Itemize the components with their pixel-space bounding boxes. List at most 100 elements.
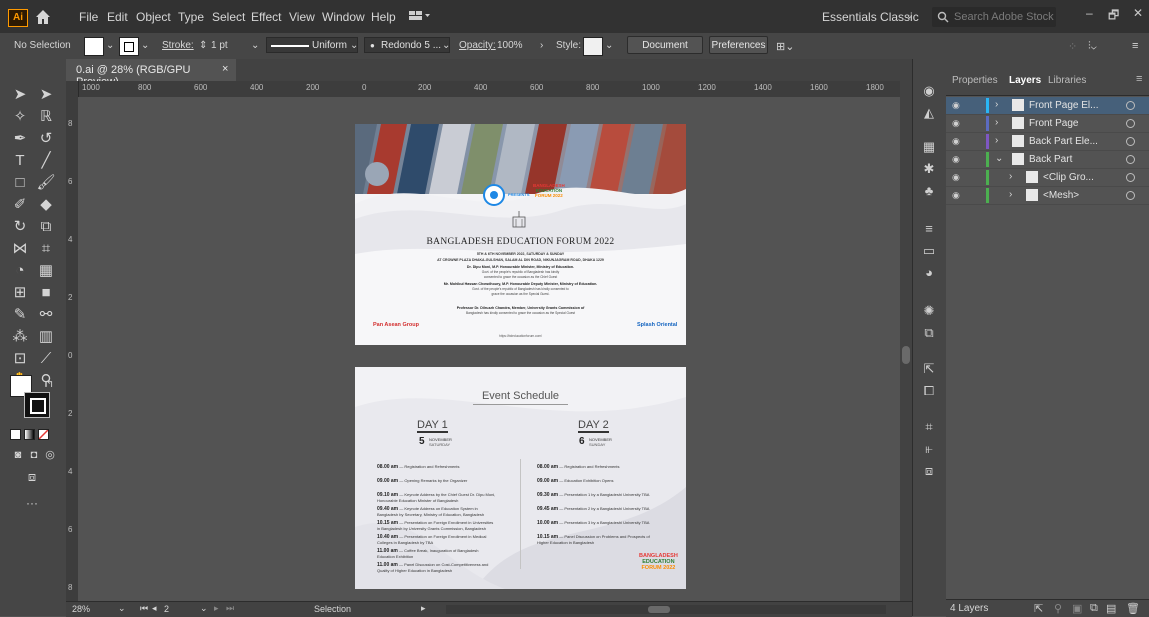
next-artboard-icon[interactable]: ▸ <box>214 603 219 614</box>
chevron-down-icon[interactable]: ⌄ <box>605 40 613 51</box>
preferences-button[interactable]: Preferences <box>709 36 768 54</box>
horizontal-ruler[interactable]: 1000 800 600 400 200 0 200 400 600 800 1000 1200 140… <box>78 81 900 98</box>
gradient-mode-icon[interactable] <box>24 429 35 440</box>
chevron-down-icon[interactable]: ⌄ <box>906 10 914 21</box>
menu-file[interactable]: File <box>79 10 98 24</box>
color-mode-icon[interactable] <box>10 429 21 440</box>
transform-panel-icon[interactable]: ⌗ <box>921 419 937 435</box>
new-sublayer-icon[interactable]: ⧉ <box>1090 602 1098 615</box>
tab-properties[interactable]: Properties <box>952 75 998 86</box>
document-setup-button[interactable]: Document Setup <box>627 36 703 69</box>
vertical-scroll-thumb[interactable] <box>902 346 910 364</box>
chevron-right-icon[interactable]: › <box>1009 189 1012 200</box>
new-layer-icon[interactable]: ▤ <box>1106 602 1116 615</box>
menu-type[interactable]: Type <box>178 10 204 24</box>
restore-button[interactable]: 🗗 <box>1108 6 1119 27</box>
paintbrush-icon[interactable]: 🖌 <box>34 173 58 193</box>
layer-name[interactable]: <Mesh> <box>1043 190 1079 201</box>
panel-menu-icon[interactable]: ≡ <box>1136 73 1142 85</box>
eraser-icon[interactable]: ◆ <box>34 195 58 215</box>
layer-row[interactable]: ◉ › Back Part Ele... <box>946 133 1149 151</box>
document-tab[interactable]: 0.ai @ 28% (RGB/GPU Preview) × <box>66 59 236 88</box>
magic-wand-icon[interactable]: ✧ <box>8 107 32 127</box>
swap-fill-stroke-icon[interactable]: ↰ <box>38 375 62 395</box>
chevron-down-icon[interactable]: ⌄ <box>118 603 126 614</box>
horizontal-scroll-thumb[interactable] <box>648 606 670 613</box>
status-arrow-icon[interactable]: ▸ <box>421 603 426 614</box>
tab-libraries[interactable]: Libraries <box>1048 75 1086 86</box>
visibility-eye-icon[interactable]: ◉ <box>952 172 960 183</box>
layer-name[interactable]: <Clip Gro... <box>1043 172 1094 183</box>
artboards-panel-icon[interactable]: ⧠ <box>921 383 937 399</box>
direct-selection-tool-icon[interactable]: ➤ <box>8 85 32 105</box>
zoom-level[interactable]: 28% <box>72 604 90 614</box>
graphic-styles-icon[interactable]: ✺ <box>921 303 937 319</box>
rectangle-tool-icon[interactable]: □ <box>8 173 32 193</box>
free-transform-icon[interactable]: ⌗ <box>34 239 58 259</box>
color-guide-icon[interactable]: ◉ <box>921 83 937 99</box>
home-icon[interactable] <box>34 8 52 26</box>
target-circle-icon[interactable] <box>1126 137 1135 146</box>
close-button[interactable]: ✕ <box>1133 6 1143 20</box>
menu-object[interactable]: Object <box>136 10 171 24</box>
chevron-down-icon[interactable]: ⌄ <box>141 40 149 51</box>
target-circle-icon[interactable] <box>1126 119 1135 128</box>
first-artboard-icon[interactable]: ⏮ <box>140 603 148 614</box>
slice-tool-icon[interactable]: ⟋ <box>34 349 58 369</box>
export-icon[interactable]: ⇱ <box>921 361 937 377</box>
symbols-icon[interactable]: ♣ <box>921 183 937 199</box>
mesh-tool-icon[interactable]: ⊞ <box>8 283 32 303</box>
image-trace-icon[interactable]: ⧉ <box>921 325 937 341</box>
eyedropper-icon[interactable]: ✎ <box>8 305 32 325</box>
chevron-right-icon[interactable]: › <box>1009 171 1012 182</box>
edit-toolbar-icon[interactable]: ··· <box>20 493 44 513</box>
brush-definition[interactable]: ● Redondo 5 ... <box>364 37 450 53</box>
gradient-panel-icon[interactable]: ▭ <box>921 243 937 259</box>
variable-width-profile[interactable]: Uniform <box>266 37 358 53</box>
visibility-eye-icon[interactable]: ◉ <box>952 136 960 147</box>
layer-name[interactable]: Front Page <box>1029 118 1078 129</box>
target-circle-icon[interactable] <box>1126 101 1135 110</box>
vertical-scrollbar[interactable] <box>900 81 912 601</box>
artboard-front-page[interactable]: PRESENTS BANGLADESH EDUCATION FORUM 2022… <box>355 124 686 345</box>
layer-row[interactable]: ◉ › <Mesh> <box>946 187 1149 205</box>
transform-icon[interactable]: ⫶⌄ <box>1088 40 1097 53</box>
clipping-mask-icon[interactable]: ▣ <box>1072 602 1082 615</box>
scale-tool-icon[interactable]: ⧉ <box>34 217 58 237</box>
horizontal-scrollbar[interactable] <box>446 605 886 614</box>
align-icon[interactable]: ⁘ <box>1068 40 1077 53</box>
symbol-sprayer-icon[interactable]: ⁂ <box>8 327 32 347</box>
blend-tool-icon[interactable]: ⚯ <box>34 305 58 325</box>
visibility-eye-icon[interactable]: ◉ <box>952 190 960 201</box>
width-tool-icon[interactable]: ⋈ <box>8 239 32 259</box>
opacity-label[interactable]: Opacity: <box>459 40 496 51</box>
stepper-icon[interactable]: ⇕ <box>199 40 207 51</box>
visibility-eye-icon[interactable]: ◉ <box>952 154 960 165</box>
arrange-icon[interactable]: ⊞⌄ <box>776 40 794 53</box>
gradient-tool-icon[interactable]: ■ <box>34 283 58 303</box>
close-tab-icon[interactable]: × <box>222 63 228 75</box>
layer-name[interactable]: Front Page El... <box>1029 100 1098 111</box>
minimize-button[interactable]: – <box>1086 6 1093 20</box>
chevron-right-icon[interactable]: › <box>995 99 998 110</box>
type-tool-icon[interactable]: T <box>8 151 32 171</box>
selection-tool-icon[interactable]: ➤ <box>34 85 58 105</box>
delete-layer-icon[interactable]: 🗑 <box>1126 602 1140 615</box>
appearance-icon[interactable]: ◭ <box>921 105 937 121</box>
menu-view[interactable]: View <box>289 10 315 24</box>
shape-builder-icon[interactable]: ◔ <box>8 261 32 281</box>
column-graph-icon[interactable]: ▥ <box>34 327 58 347</box>
chevron-right-icon[interactable]: › <box>540 40 543 51</box>
align-panel-icon[interactable]: ⫦ <box>921 441 937 457</box>
previous-artboard-icon[interactable]: ◂ <box>152 603 157 614</box>
stroke-weight-value[interactable]: 1 pt <box>211 40 228 51</box>
screen-mode-icon[interactable]: ⧈ <box>20 467 44 487</box>
brushes-icon[interactable]: ✱ <box>921 161 937 177</box>
graphic-style-swatch[interactable] <box>583 37 603 56</box>
lasso-icon[interactable]: ℝ <box>34 107 58 127</box>
search-adobe-stock[interactable]: Search Adobe Stock <box>932 7 1056 27</box>
workspace-switcher[interactable]: Essentials Classic <box>822 10 919 24</box>
chevron-down-icon[interactable]: ⌄ <box>350 40 358 51</box>
layer-row[interactable]: ◉ ⌄ Back Part <box>946 151 1149 169</box>
last-artboard-icon[interactable]: ⏭ <box>226 603 234 614</box>
